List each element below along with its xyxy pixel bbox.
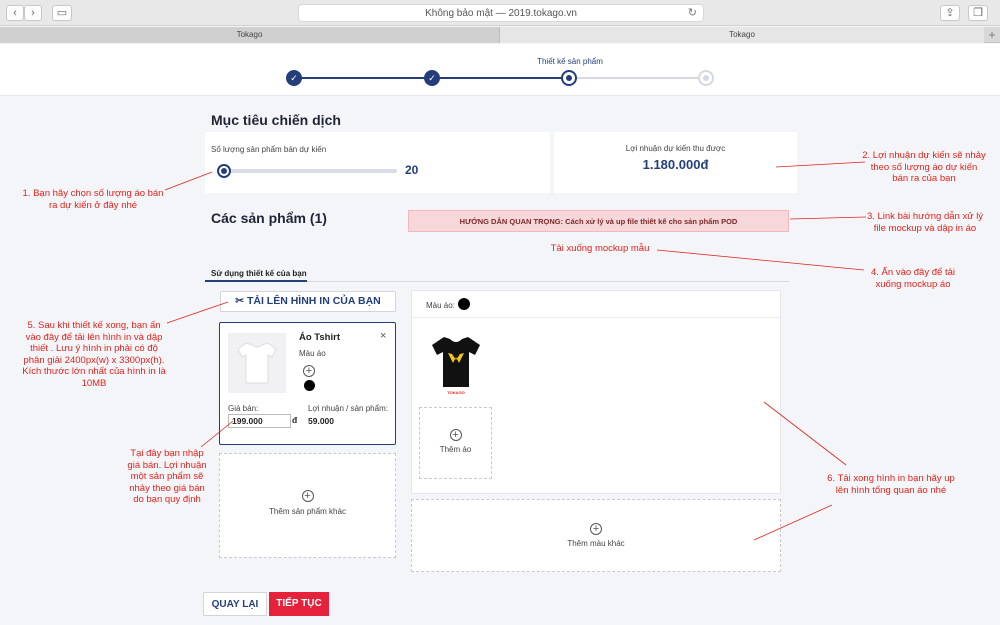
annotation-2: 2. Lợi nhuận dự kiến sẽ nhảy theo số lượ… [862,150,986,184]
annotation-1: 1. Bạn hãy chọn số lượng áo bán ra dự ki… [22,188,164,211]
annotation-5: 5. Sau khi thiết kế xong, bạn ấn vào đây… [22,320,166,389]
annotation-lines [164,161,867,541]
annotation-4: 4. Ấn vào đây để tải xuống mockup áo [871,267,955,290]
annotation-6: 6. Tải xong hình in bạn hãy up lên hình … [827,473,955,496]
annotation-7: Tại đây bạn nhập giá bán. Lợi nhuận một … [127,448,207,505]
annotation-3: 3. Link bài hướng dẫn xử lý file mockup … [866,211,984,234]
